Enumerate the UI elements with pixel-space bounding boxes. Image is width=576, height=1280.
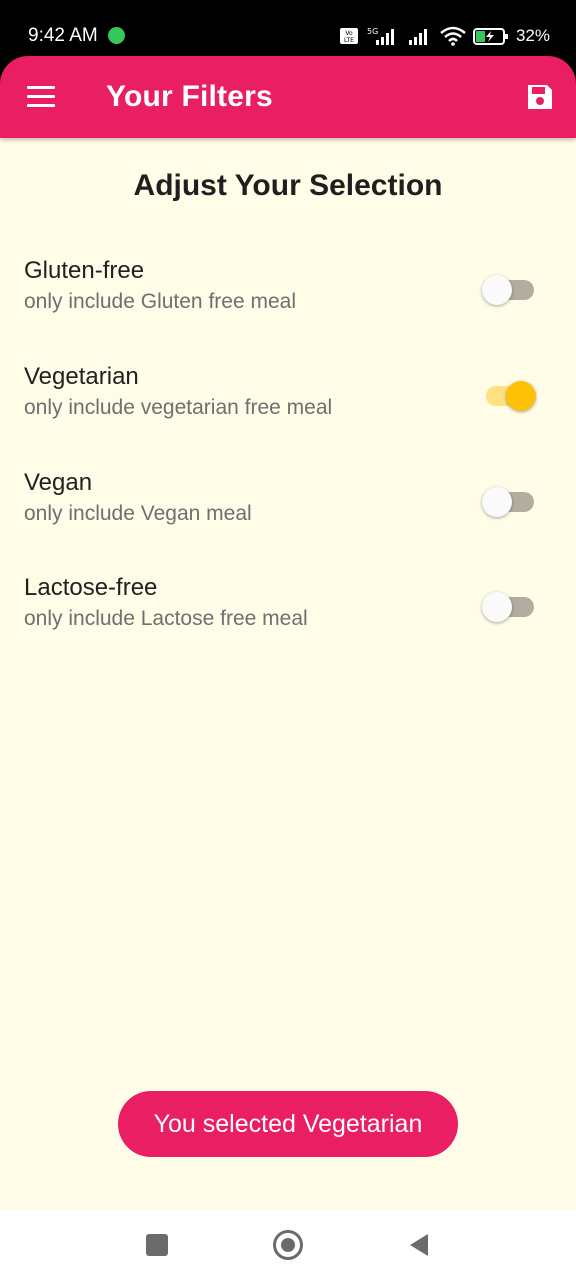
system-nav-bar — [0, 1210, 576, 1280]
status-time: 9:42 AM — [28, 25, 98, 46]
switch-thumb — [482, 592, 512, 622]
wifi-icon — [440, 26, 466, 46]
filter-subtitle: only include Vegan meal — [24, 502, 252, 525]
status-icons: Vo LTE 5G 32% — [339, 24, 550, 48]
selection-toast: You selected Vegetarian — [118, 1091, 458, 1157]
vegetarian-switch[interactable] — [482, 376, 538, 412]
switch-thumb — [482, 275, 512, 305]
page-heading: Adjust Your Selection — [133, 169, 443, 202]
vegan-switch[interactable] — [482, 482, 538, 518]
notification-app-icon — [108, 27, 125, 44]
lactose-free-switch[interactable] — [482, 587, 538, 623]
recent-apps-icon[interactable] — [146, 1234, 168, 1256]
svg-text:LTE: LTE — [344, 37, 354, 44]
filters-content: Adjust Your Selection Gluten-free only i… — [0, 138, 576, 1210]
hamburger-menu-icon[interactable] — [27, 86, 55, 108]
filter-subtitle: only include vegetarian free meal — [24, 396, 333, 419]
signal-icon — [408, 29, 427, 45]
battery-charging-icon — [472, 28, 508, 45]
filter-subtitle: only include Gluten free meal — [24, 290, 296, 313]
switch-thumb — [482, 487, 512, 517]
filter-row-vegan: Vegan only include Vegan meal — [0, 468, 576, 548]
filter-title: Gluten-free — [24, 257, 145, 284]
gluten-free-switch[interactable] — [482, 270, 538, 306]
switch-thumb — [506, 381, 536, 411]
signal-icon: 5G — [367, 27, 394, 45]
back-icon[interactable] — [408, 1232, 430, 1258]
battery-percent: 32% — [515, 26, 550, 45]
status-bar: 9:42 AM Vo LTE 5G 32% — [0, 0, 576, 56]
network-type: 5G — [367, 27, 378, 36]
app-title: Your Filters — [106, 80, 273, 113]
filter-row-vegetarian: Vegetarian only include vegetarian free … — [0, 362, 576, 442]
filter-title: Vegan — [24, 469, 93, 496]
screen: 9:42 AM Vo LTE 5G 32% Your Filters Adjus… — [0, 0, 576, 1280]
volte-icon: Vo LTE — [339, 28, 358, 44]
app-bar: Your Filters — [0, 56, 576, 138]
home-icon[interactable] — [273, 1230, 303, 1260]
filter-title: Lactose-free — [24, 574, 158, 601]
filter-subtitle: only include Lactose free meal — [24, 607, 308, 630]
svg-text:Vo: Vo — [345, 30, 353, 37]
filter-title: Vegetarian — [24, 363, 139, 390]
filter-row-gluten-free: Gluten-free only include Gluten free mea… — [0, 256, 576, 336]
filter-row-lactose-free: Lactose-free only include Lactose free m… — [0, 573, 576, 653]
save-icon[interactable] — [526, 83, 554, 111]
